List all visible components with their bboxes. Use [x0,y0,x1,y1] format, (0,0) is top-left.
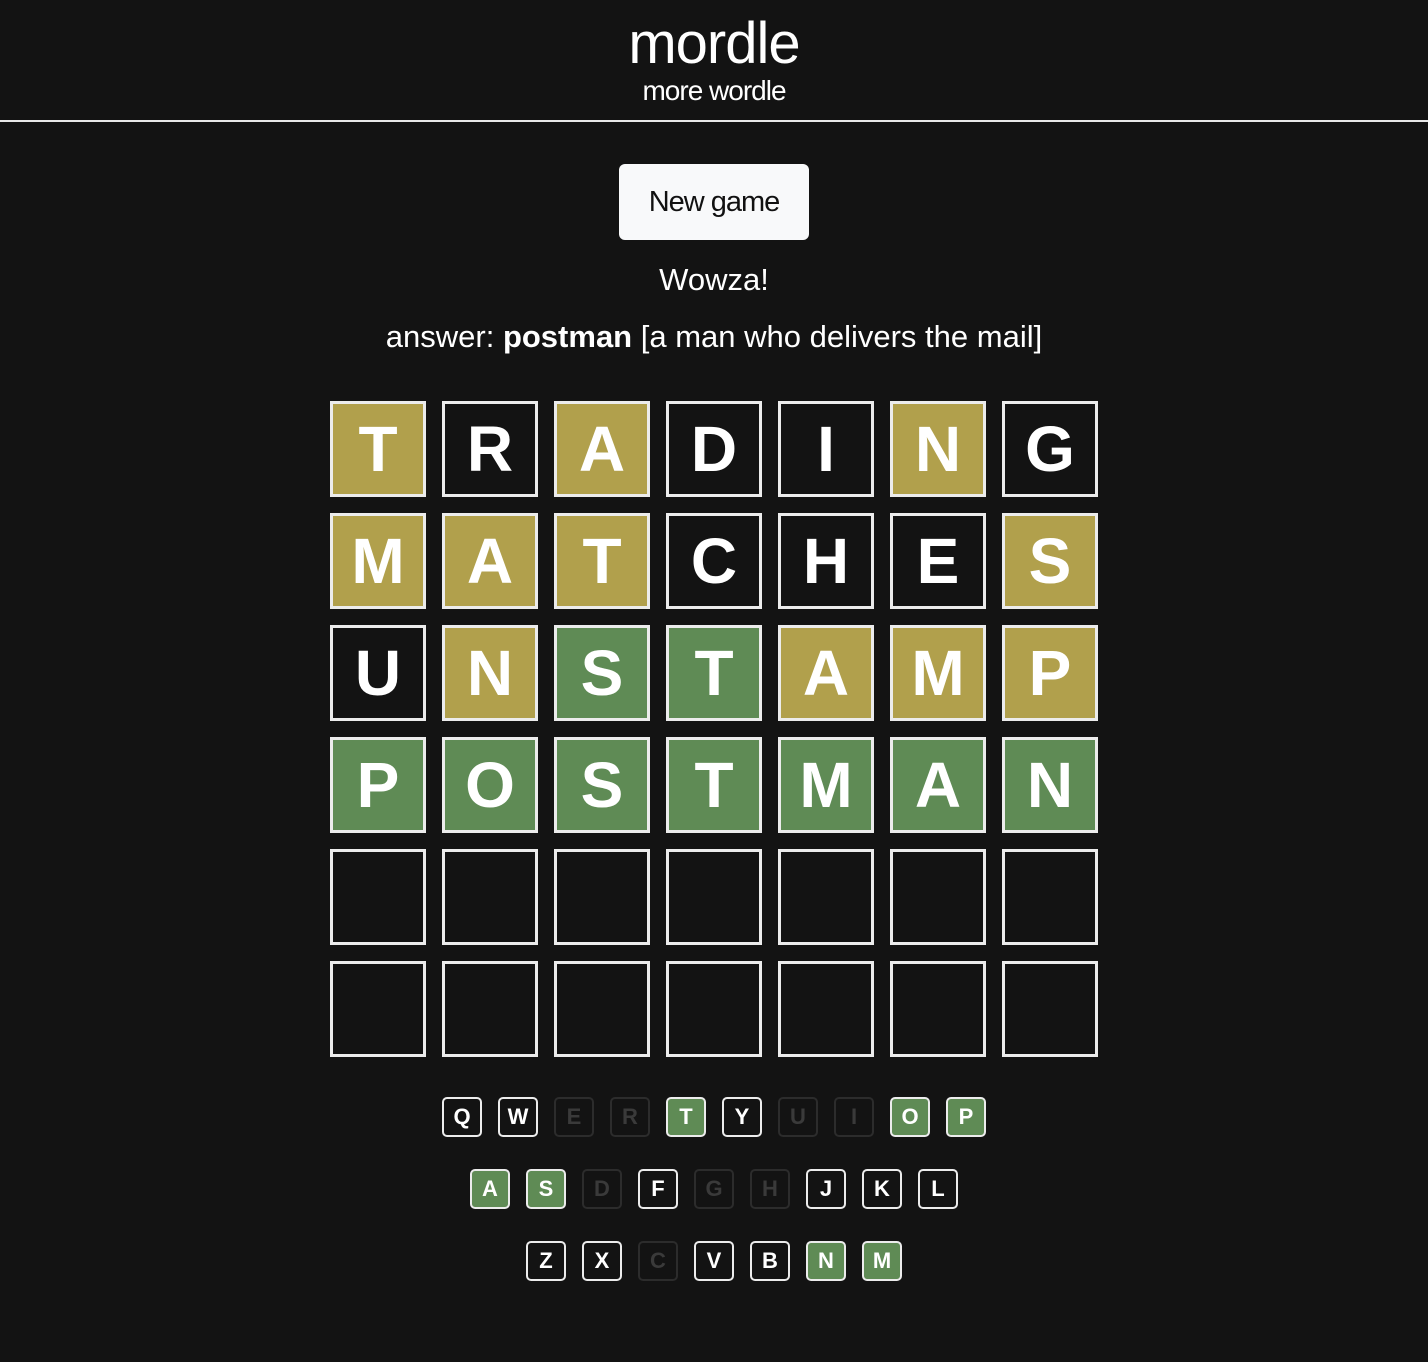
app-subtitle: more wordle [642,75,786,106]
key-p[interactable]: P [946,1097,986,1137]
board-tile: D [666,401,762,497]
board-tile: T [330,401,426,497]
game-board: TRADINGMATCHESUNSTAMPPOSTMAN [330,401,1098,1073]
board-tile: M [890,625,986,721]
board-tile [1002,849,1098,945]
board-tile [330,961,426,1057]
key-c[interactable]: C [638,1241,678,1281]
key-y[interactable]: Y [722,1097,762,1137]
board-tile [442,849,538,945]
answer-prefix: answer: [385,319,495,354]
board-tile [778,849,874,945]
board-tile [554,849,650,945]
board-tile: S [554,625,650,721]
board-tile [1002,961,1098,1057]
key-o[interactable]: O [890,1097,930,1137]
board-tile: O [442,737,538,833]
key-v[interactable]: V [694,1241,734,1281]
board-tile: P [330,737,426,833]
keyboard-row: QWERTYUIOP [0,1097,1428,1137]
board-tile: M [778,737,874,833]
board-tile: A [778,625,874,721]
new-game-button[interactable]: New game [619,164,809,240]
keyboard-row: ZXCVBNM [0,1241,1428,1281]
key-a[interactable]: A [470,1169,510,1209]
board-tile: A [890,737,986,833]
board-tile: N [442,625,538,721]
key-f[interactable]: F [638,1169,678,1209]
board-tile: M [330,513,426,609]
game-page: mordle more wordle New game Wowza! answe… [0,0,1428,1362]
app-header: mordle more wordle [0,0,1428,122]
on-screen-keyboard: QWERTYUIOP ASDFGHJKL ZXCVBNM [0,1097,1428,1313]
board-row: MATCHES [330,513,1098,609]
board-tile: N [1002,737,1098,833]
board-tile: U [330,625,426,721]
board-tile [890,849,986,945]
key-h[interactable]: H [750,1169,790,1209]
status-message: Wowza! [659,262,769,297]
board-tile: E [890,513,986,609]
key-x[interactable]: X [582,1241,622,1281]
key-w[interactable]: W [498,1097,538,1137]
board-tile: T [554,513,650,609]
board-tile [442,961,538,1057]
board-tile [554,961,650,1057]
board-tile [330,849,426,945]
board-tile: R [442,401,538,497]
board-tile: T [666,737,762,833]
board-tile: T [666,625,762,721]
board-tile [890,961,986,1057]
board-tile: N [890,401,986,497]
board-row: POSTMAN [330,737,1098,833]
key-r[interactable]: R [610,1097,650,1137]
key-n[interactable]: N [806,1241,846,1281]
board-tile [778,961,874,1057]
board-tile [666,961,762,1057]
key-t[interactable]: T [666,1097,706,1137]
key-i[interactable]: I [834,1097,874,1137]
board-row [330,849,1098,945]
answer-definition: [a man who delivers the mail] [640,319,1043,354]
key-l[interactable]: L [918,1169,958,1209]
board-tile: P [1002,625,1098,721]
key-d[interactable]: D [582,1169,622,1209]
key-e[interactable]: E [554,1097,594,1137]
key-b[interactable]: B [750,1241,790,1281]
keyboard-row: ASDFGHJKL [0,1169,1428,1209]
board-tile: H [778,513,874,609]
board-tile: S [1002,513,1098,609]
board-row: UNSTAMP [330,625,1098,721]
key-j[interactable]: J [806,1169,846,1209]
key-u[interactable]: U [778,1097,818,1137]
answer-word: postman [502,319,633,354]
key-q[interactable]: Q [442,1097,482,1137]
board-tile [666,849,762,945]
board-row [330,961,1098,1057]
board-tile: C [666,513,762,609]
key-z[interactable]: Z [526,1241,566,1281]
answer-line: answer: postman [a man who delivers the … [0,317,1428,357]
key-s[interactable]: S [526,1169,566,1209]
board-row: TRADING [330,401,1098,497]
board-tile: S [554,737,650,833]
key-m[interactable]: M [862,1241,902,1281]
app-title: mordle [628,11,800,76]
board-tile: A [554,401,650,497]
board-tile: A [442,513,538,609]
key-g[interactable]: G [694,1169,734,1209]
board-tile: G [1002,401,1098,497]
key-k[interactable]: K [862,1169,902,1209]
board-tile: I [778,401,874,497]
